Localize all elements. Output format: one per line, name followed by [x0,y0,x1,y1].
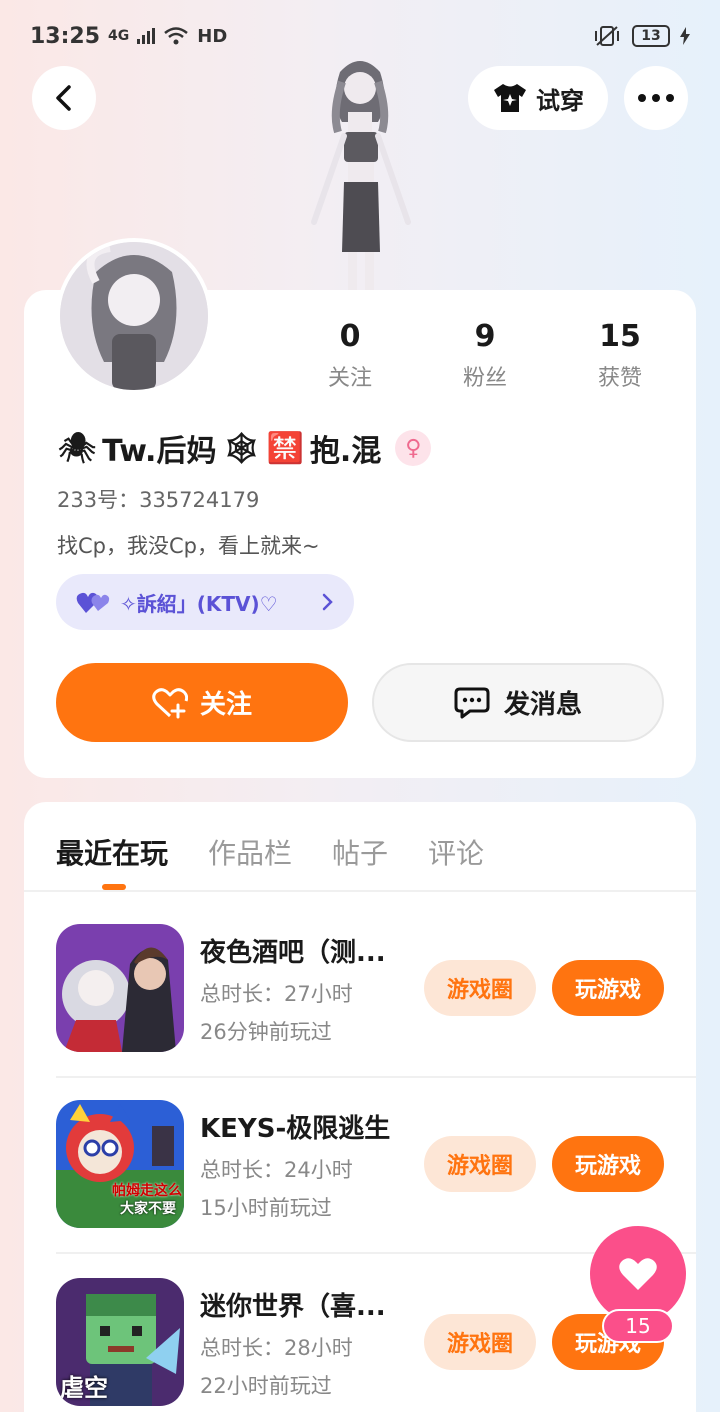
tryon-label: 试穿 [536,86,584,115]
web-icon: 🕸 [222,430,261,466]
stat-value: 15 [599,319,641,354]
vibrate-off-icon [595,26,619,46]
follow-label: 关注 [199,690,252,720]
game-duration: 总时长：27小时 [200,982,353,1006]
tabs-divider [24,890,696,892]
game-cover-text: 大家不要 [120,1201,176,1217]
game-circle-button[interactable]: 游戏圈 [424,1314,536,1370]
wifi-icon [164,27,189,45]
stat-label: 粉丝 [462,366,507,391]
network-label: 4G [108,28,130,44]
stat-following[interactable]: 0 关注 [300,318,400,398]
game-cover-image [56,924,184,1052]
chevron-left-icon [56,85,71,111]
game-icon[interactable]: 虐空 [56,1278,184,1406]
game-row[interactable]: 夜色酒吧（测... 总时长：27小时 26分钟前玩过 游戏圈 玩游戏 [56,924,696,1054]
game-cover-text: 帕姆走这么 [112,1183,182,1199]
username: 🕷 Tw.后妈 🕸 🈲 抱.混 ♀ [58,426,432,470]
shirt-icon [494,84,526,112]
avatar-figure [311,61,411,292]
more-button[interactable] [624,66,688,130]
stat-value: 9 [474,319,496,354]
profile-stats: 0 关注 9 粉丝 15 获赞 [300,318,670,398]
heart-icon [619,1258,657,1290]
follow-button[interactable]: 关注 [56,663,348,742]
like-count: 15 [602,1309,674,1343]
play-game-button[interactable]: 玩游戏 [552,960,664,1016]
stat-label: 关注 [327,366,372,391]
game-icon[interactable] [56,924,184,1052]
tab-comments[interactable]: 评论 [428,832,484,872]
heart-plus-icon [152,687,188,718]
game-duration: 总时长：24小时 [200,1158,353,1182]
battery-indicator: 13 [632,25,670,47]
stat-value: 0 [339,319,361,354]
stat-fans[interactable]: 9 粉丝 [435,318,535,398]
tab-posts[interactable]: 帖子 [332,832,388,872]
female-icon: ♀ [395,430,432,466]
game-last-played: 26分钟前玩过 [200,1020,332,1044]
message-button[interactable]: 发消息 [372,663,664,742]
more-dots-icon [638,94,674,102]
stat-label: 获赞 [597,366,642,391]
profile-tabs: 最近在玩 作品栏 帖子 评论 [56,822,484,882]
game-title: KEYS-极限逃生 [200,1114,391,1144]
account-id: 233号：335724179 [57,488,260,512]
game-cover-text: 虐空 [60,1374,108,1402]
spider-icon: 🕷 [58,430,97,466]
status-time: 13:25 [30,23,101,49]
bio: 找Cp，我没Cp，看上就来~ [57,534,320,558]
play-game-button[interactable]: 玩游戏 [552,1136,664,1192]
message-label: 发消息 [503,690,582,720]
game-last-played: 15小时前玩过 [200,1196,332,1220]
game-icon[interactable]: 帕姆走这么 大家不要 [56,1100,184,1228]
row-divider [56,1076,696,1078]
charging-icon [680,27,690,45]
game-title: 夜色酒吧（测... [200,938,386,968]
signal-icon [137,28,156,44]
chat-bubble-icon [454,687,490,718]
username-part-2: 抱.混 [309,434,382,469]
game-last-played: 22小时前玩过 [200,1374,332,1398]
double-heart-icon [76,592,110,613]
back-button[interactable] [32,66,96,130]
stat-likes[interactable]: 15 获赞 [570,318,670,398]
avatar[interactable] [56,238,212,394]
tryon-button[interactable]: 试穿 [468,66,608,130]
hd-label: HD [197,25,228,47]
like-button[interactable] [590,1226,686,1322]
tag-label: ✧訴紹」(KTV)♡ [120,591,278,616]
game-row[interactable]: 帕姆走这么 大家不要 KEYS-极限逃生 总时长：24小时 15小时前玩过 游戏… [56,1100,696,1230]
username-part-1: Tw.后妈 [102,434,217,469]
tab-works[interactable]: 作品栏 [208,832,292,872]
game-title: 迷你世界（喜... [200,1292,386,1322]
ban-icon: 🈲 [266,430,304,466]
game-circle-button[interactable]: 游戏圈 [424,960,536,1016]
game-duration: 总时长：28小时 [200,1336,353,1360]
game-circle-button[interactable]: 游戏圈 [424,1136,536,1192]
relationship-tag[interactable]: ✧訴紹」(KTV)♡ [56,574,354,630]
tab-recent-play[interactable]: 最近在玩 [56,832,168,872]
avatar-portrait [60,242,208,390]
chevron-right-icon [322,593,333,611]
